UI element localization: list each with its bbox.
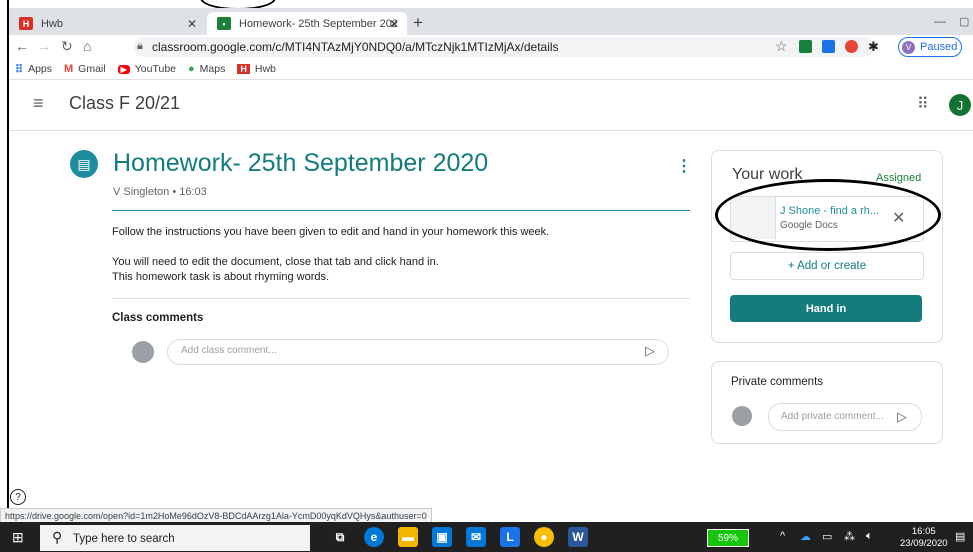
instruction-line: Follow the instructions you have been gi… (112, 226, 550, 238)
assignment-meta: V Singleton • 16:03 (113, 186, 207, 198)
tab-hwb[interactable]: H Hwb ✕ (9, 12, 205, 35)
tab-homework[interactable]: ▪ Homework- 25th September 202 ✕ (207, 12, 407, 35)
bookmark-apps[interactable]: ⠿ Apps (15, 63, 52, 76)
profile-status: Paused (920, 41, 958, 53)
content-divider (112, 298, 690, 299)
extensions-puzzle-icon[interactable]: ✱ (868, 39, 879, 55)
taskbar-search-placeholder[interactable]: Type here to search (73, 533, 175, 545)
reload-icon[interactable]: ↻ (61, 38, 73, 55)
new-tab-button[interactable]: + (413, 13, 423, 33)
maps-pin-icon: ● (188, 63, 195, 75)
home-icon[interactable]: ⌂ (83, 38, 91, 54)
bookmark-maps[interactable]: ● Maps (188, 63, 225, 75)
send-comment-icon[interactable]: ▷ (645, 343, 655, 359)
app-l-icon[interactable]: L (500, 527, 520, 547)
word-icon[interactable]: W (568, 527, 588, 547)
url-text[interactable]: classroom.google.com/c/MTI4NTAzMjY0NDQ0/… (152, 40, 559, 54)
search-icon: ⚲ (52, 529, 63, 545)
google-apps-icon[interactable]: ⠿ (917, 94, 929, 114)
tab-bar: H Hwb ✕ ▪ Homework- 25th September 202 ✕… (9, 8, 973, 35)
class-comments-label: Class comments (112, 312, 204, 324)
tray-chevron-icon[interactable]: ^ (780, 530, 785, 542)
volume-icon[interactable]: 🔈︎ (866, 530, 873, 543)
hand-in-button[interactable]: Hand in (730, 295, 922, 322)
chrome-icon[interactable]: ● (534, 527, 554, 547)
window-left-edge (0, 0, 9, 514)
send-private-comment-icon[interactable]: ▷ (897, 409, 907, 425)
bookmark-star-icon[interactable]: ☆ (775, 38, 788, 55)
extension-red-icon[interactable] (845, 40, 858, 53)
bookmark-label: YouTube (134, 63, 177, 75)
windows-start-icon[interactable]: ⊞ (12, 529, 24, 546)
classroom-header: ≡ Class F 20/21 ⠿ J (9, 80, 973, 131)
clock-time: 16:05 (911, 526, 936, 537)
bookmark-label: Maps (199, 63, 226, 75)
apps-grid-icon: ⠿ (15, 63, 24, 76)
close-tab-icon[interactable]: ✕ (389, 17, 399, 31)
extension-blue-icon[interactable] (822, 40, 835, 53)
notifications-icon[interactable]: ▤ (955, 530, 965, 543)
task-view-icon[interactable]: ⧉ (330, 527, 350, 547)
clock-date: 23/09/2020 (900, 538, 948, 549)
maximize-button[interactable]: ▢ (959, 15, 969, 28)
help-icon[interactable]: ? (10, 489, 26, 505)
edge-icon[interactable]: e (364, 527, 384, 547)
onedrive-icon[interactable]: ☁ (800, 530, 811, 543)
user-avatar[interactable]: J (949, 94, 971, 116)
comment-avatar (132, 341, 154, 363)
youtube-icon: ▶ (117, 64, 130, 74)
class-comment-placeholder[interactable]: Add class comment... (181, 345, 277, 356)
status-badge: Assigned (876, 172, 922, 184)
private-comment-placeholder[interactable]: Add private comment... (781, 411, 884, 422)
bookmark-hwb[interactable]: H Hwb (237, 63, 276, 75)
top-strip (9, 0, 973, 8)
bookmark-label: Hwb (254, 63, 276, 75)
bookmark-label: Gmail (78, 63, 106, 75)
profile-avatar: V (902, 40, 915, 54)
bookmarks-bar: ⠿ Apps M Gmail ▶ YouTube ● Maps H Hwb (9, 59, 973, 80)
store-icon[interactable]: ▣ (432, 527, 452, 547)
more-options-icon[interactable]: ⋮ (676, 156, 692, 176)
close-tab-icon[interactable]: ✕ (187, 17, 197, 31)
assignment-icon: ▤ (70, 150, 98, 178)
instruction-line: This homework task is about rhyming word… (112, 271, 330, 283)
extension-classroom-icon[interactable] (799, 40, 812, 53)
assignment-title: Homework- 25th September 2020 (113, 149, 489, 177)
hamburger-menu-icon[interactable]: ≡ (33, 93, 44, 114)
add-or-create-button[interactable]: + Add or create (730, 252, 924, 280)
tab-title: Hwb (41, 17, 64, 30)
lock-icon[interactable]: 🔒︎ (137, 40, 143, 53)
battery-indicator[interactable]: 59% (707, 529, 749, 547)
bookmark-youtube[interactable]: ▶ YouTube (117, 63, 177, 75)
classroom-favicon-icon: ▪ (217, 17, 231, 30)
minimize-button[interactable]: — (934, 14, 946, 28)
mail-icon[interactable]: ✉ (466, 527, 486, 547)
gmail-icon: M (64, 63, 74, 75)
bookmark-gmail[interactable]: M Gmail (64, 63, 106, 75)
tray-display-icon[interactable]: ▭ (822, 530, 832, 543)
hwb-icon: H (237, 64, 250, 74)
class-title[interactable]: Class F 20/21 (69, 93, 180, 114)
title-divider (112, 210, 690, 211)
back-arrow-icon[interactable]: ← (15, 38, 29, 54)
bookmark-label: Apps (28, 63, 52, 75)
instruction-line: You will need to edit the document, clos… (112, 256, 439, 268)
forward-arrow-icon[interactable]: → (37, 38, 51, 54)
file-explorer-icon[interactable]: ▬ (398, 527, 418, 547)
hwb-favicon-icon: H (19, 17, 33, 30)
tab-title: Homework- 25th September 202 (239, 17, 398, 30)
taskbar-clock[interactable]: 16:05 23/09/2020 (900, 526, 948, 550)
wifi-icon[interactable]: ⁂ (844, 530, 855, 543)
annotation-oval (715, 179, 941, 251)
private-comment-avatar (732, 406, 752, 426)
profile-paused-button[interactable]: V Paused (898, 37, 962, 57)
private-comments-label: Private comments (731, 376, 824, 388)
